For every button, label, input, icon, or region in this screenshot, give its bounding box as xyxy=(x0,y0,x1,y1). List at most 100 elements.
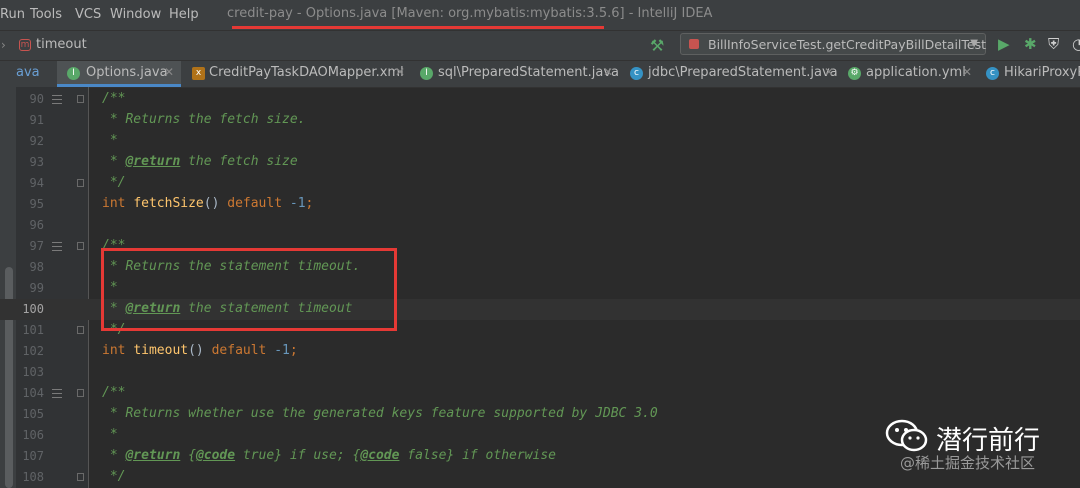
code-token: * xyxy=(102,154,126,169)
javadoc-render-icon[interactable] xyxy=(52,95,62,104)
code-text: * xyxy=(102,427,118,442)
line-number: 93 xyxy=(29,155,44,169)
code-token: @code xyxy=(195,448,236,463)
line-number: 99 xyxy=(29,281,44,295)
yaml-file-icon: ⚙ xyxy=(848,67,861,80)
tab-options-java[interactable]: I Options.java ✕ xyxy=(57,61,181,87)
code-token: * xyxy=(102,427,118,442)
interface-icon: I xyxy=(420,67,433,80)
tab-label: CreditPayTaskDAOMapper.xml xyxy=(209,65,404,80)
code-token: */ xyxy=(102,469,126,484)
code-token: */ xyxy=(102,175,126,190)
fold-end-icon[interactable] xyxy=(77,326,84,334)
code-token: * Returns the fetch size. xyxy=(102,112,306,127)
fold-end-icon[interactable] xyxy=(77,473,84,481)
code-text: * @return the fetch size xyxy=(102,154,298,169)
close-icon[interactable]: ✕ xyxy=(164,65,174,79)
tab-label: sql\PreparedStatement.java xyxy=(438,65,619,80)
code-token: ; xyxy=(305,196,314,211)
code-token: @code xyxy=(360,448,400,463)
code-line[interactable]: 95 int fetchSize() default -1; xyxy=(0,194,1080,215)
run-configuration-select[interactable]: BillInfoServiceTest.getCreditPayBillDeta… xyxy=(680,33,986,55)
code-line[interactable]: 91 * Returns the fetch size. xyxy=(0,110,1080,131)
menu-help[interactable]: Help xyxy=(169,7,199,22)
run-icon[interactable]: ▶ xyxy=(998,35,1010,53)
test-config-icon xyxy=(689,39,699,49)
line-number: 90 xyxy=(29,92,44,106)
tab-jdbc-preparedstatement[interactable]: c jdbc\PreparedStatement.java ✕ xyxy=(624,61,838,87)
code-text: * Returns the fetch size. xyxy=(102,112,306,127)
wechat-logo-icon xyxy=(885,419,928,452)
code-line[interactable]: 90 /** xyxy=(0,89,1080,110)
line-number: 101 xyxy=(22,323,44,337)
close-icon[interactable]: ✕ xyxy=(395,65,405,79)
line-number: 104 xyxy=(22,386,44,400)
javadoc-render-icon[interactable] xyxy=(52,242,62,251)
tab-label: HikariProxyPr xyxy=(1004,65,1080,80)
line-number: 92 xyxy=(29,134,44,148)
code-token: true} if use; { xyxy=(235,448,361,463)
line-number: 108 xyxy=(22,470,44,484)
title-highlight-underline xyxy=(232,26,604,29)
code-token: int xyxy=(102,196,134,211)
fold-icon[interactable] xyxy=(77,242,84,250)
close-icon[interactable]: ✕ xyxy=(962,65,972,79)
fold-icon[interactable] xyxy=(77,95,84,103)
fold-end-icon[interactable] xyxy=(77,179,84,187)
tab-creditpay-mapper-xml[interactable]: x CreditPayTaskDAOMapper.xml ✕ xyxy=(184,61,410,87)
coverage-icon[interactable]: ⛨ xyxy=(1048,35,1059,53)
line-number: 102 xyxy=(22,344,44,358)
code-text: int timeout() default -1; xyxy=(102,343,298,358)
close-icon[interactable]: ✕ xyxy=(824,65,834,79)
code-token: the fetch size xyxy=(180,154,298,169)
breadcrumb-separator-icon: › xyxy=(1,38,6,52)
menu-tools[interactable]: Tools xyxy=(30,7,62,22)
code-line[interactable]: 104 /** xyxy=(0,383,1080,404)
code-token: timeout xyxy=(133,343,189,358)
code-token: int xyxy=(102,343,134,358)
code-line[interactable]: 92 * xyxy=(0,131,1080,152)
tab-label: jdbc\PreparedStatement.java xyxy=(648,65,838,80)
code-token: () xyxy=(203,196,228,211)
code-line[interactable]: 96 xyxy=(0,215,1080,236)
menu-vcs[interactable]: VCS xyxy=(75,7,101,22)
code-token: * Returns whether use the generated keys… xyxy=(102,406,658,421)
tab-application-yml[interactable]: ⚙ application.yml ✕ xyxy=(842,61,974,87)
tab-label: Options.java xyxy=(86,65,168,80)
fold-icon[interactable] xyxy=(77,389,84,397)
profiler-icon[interactable]: ◔ xyxy=(1072,35,1080,53)
interface-icon: I xyxy=(67,67,80,80)
tab-hikariproxy[interactable]: c HikariProxyPr xyxy=(980,61,1080,87)
code-text: /** xyxy=(102,385,125,400)
code-token: default xyxy=(211,343,275,358)
line-number: 91 xyxy=(29,113,44,127)
menu-window[interactable]: Window xyxy=(110,7,161,22)
code-text: */ xyxy=(102,469,126,484)
line-number: 97 xyxy=(29,239,44,253)
code-text: int fetchSize() default -1; xyxy=(102,196,313,211)
tab-java[interactable]: ava xyxy=(0,61,55,87)
code-token: * xyxy=(102,448,126,463)
tab-label: application.yml xyxy=(866,65,966,80)
code-line[interactable]: 93 * @return the fetch size xyxy=(0,152,1080,173)
code-line[interactable]: 102 int timeout() default -1; xyxy=(0,341,1080,362)
code-text: * @return {@code true} if use; {@code fa… xyxy=(102,448,556,463)
tab-sql-preparedstatement[interactable]: I sql\PreparedStatement.java ✕ xyxy=(413,61,619,87)
javadoc-render-icon[interactable] xyxy=(52,389,62,398)
watermark-source: @稀土掘金技术社区 xyxy=(900,454,1036,472)
breadcrumb-method[interactable]: timeout xyxy=(36,37,87,52)
code-token: () xyxy=(188,343,212,358)
build-hammer-icon[interactable]: ⚒ xyxy=(650,36,664,55)
debug-icon[interactable]: ✱ xyxy=(1024,35,1037,53)
close-icon[interactable]: ✕ xyxy=(603,65,613,79)
code-token: { xyxy=(180,448,196,463)
line-number: 98 xyxy=(29,260,44,274)
line-number: 96 xyxy=(29,218,44,232)
line-number: 100 xyxy=(22,302,44,316)
code-line[interactable]: 103 xyxy=(0,362,1080,383)
menu-run[interactable]: Run xyxy=(0,7,25,22)
code-token: false} if otherwise xyxy=(399,448,556,463)
annotation-highlight-box xyxy=(101,248,397,331)
code-line[interactable]: 94 */ xyxy=(0,173,1080,194)
code-token: fetchSize xyxy=(133,196,204,211)
